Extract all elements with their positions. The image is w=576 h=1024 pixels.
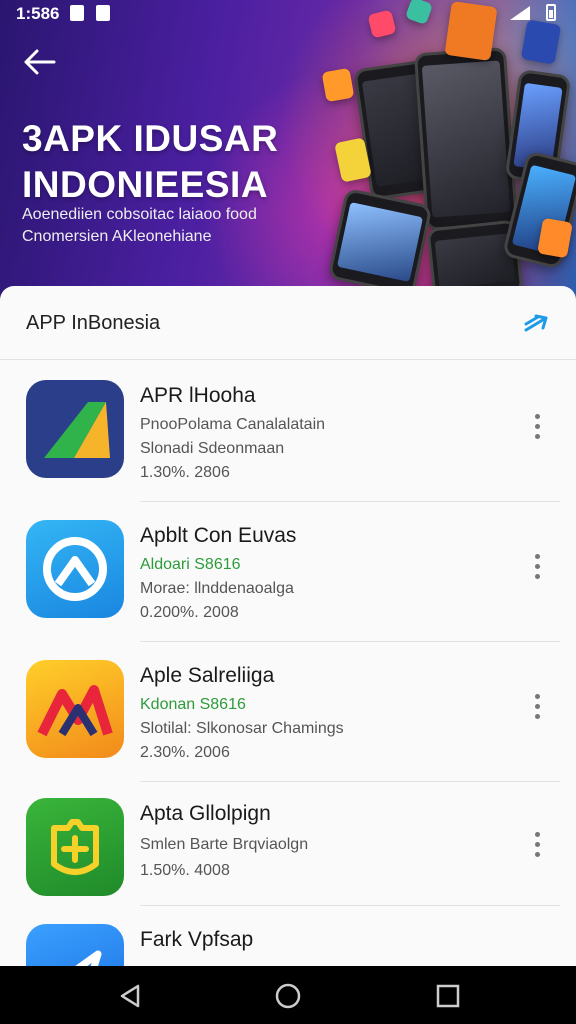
circle-a-app-icon[interactable] (26, 520, 124, 618)
app-list-item[interactable]: Apta Gllolpign Smlen Barte Brqviaolgn 1.… (0, 780, 576, 906)
app-info-line: Slonadi Sdeonmaan (140, 440, 285, 457)
app-name: Apta Gllolpign (140, 802, 271, 825)
app-list-item[interactable]: Apblt Con Euvas Aldoari S8616 Morae: lln… (0, 502, 576, 642)
system-navigation-bar (0, 966, 576, 1024)
triangle-app-icon[interactable] (26, 380, 124, 478)
home-circle-icon[interactable] (274, 982, 302, 1010)
hero-title-line2: INDONIEESIA (22, 164, 269, 205)
hero-banner: 1:586 3APK IDUSAR INDONIEESIA Aoenediien… (0, 0, 576, 300)
hero-title-line1: 3APK IDUSAR (22, 118, 279, 159)
app-info-line: PnooPolama Canalalatain (140, 416, 326, 433)
app-stats-line: 1.30%. 2806 (140, 464, 230, 481)
more-vert-icon[interactable] (528, 828, 548, 864)
more-vert-icon[interactable] (528, 690, 548, 726)
arrow-app-icon[interactable] (26, 924, 124, 966)
app-list-card: APP InBonesia APR lHooha PnooPolama Cana… (0, 286, 576, 966)
app-list-item[interactable]: Fark Vpfsap (0, 906, 576, 966)
app-name: APR lHooha (140, 384, 256, 407)
app-name: Aple Salreliiga (140, 664, 275, 687)
notification-icon (96, 5, 110, 21)
more-vert-icon[interactable] (528, 954, 548, 966)
battery-icon (546, 4, 556, 21)
status-bar: 1:586 (0, 0, 576, 28)
hero-subtitle-line2: Cnomersien AKleonehiane (22, 228, 212, 245)
app-info-line: Slotilal: Slkonosar Chamings (140, 720, 344, 737)
app-stats-line: 0.200%. 2008 (140, 604, 239, 621)
back-arrow-icon[interactable] (20, 44, 60, 80)
app-stats-line: 1.50%. 4008 (140, 862, 230, 879)
notification-icon (70, 5, 84, 21)
m-letter-app-icon[interactable] (26, 660, 124, 758)
hero-title: 3APK IDUSAR INDONIEESIA (22, 116, 278, 208)
double-arrow-icon[interactable] (522, 310, 552, 336)
app-name: Fark Vpfsap (140, 928, 254, 951)
app-stats-line: 2.30%. 2006 (140, 744, 230, 761)
app-name: Apblt Con Euvas (140, 524, 297, 547)
more-vert-icon[interactable] (528, 550, 548, 586)
app-list-item[interactable]: APR lHooha PnooPolama Canalalatain Slona… (0, 362, 576, 502)
hero-subtitle: Aoenediien cobsoitac laiaoo food Cnomers… (22, 204, 257, 248)
recents-square-icon[interactable] (434, 982, 462, 1010)
back-triangle-icon[interactable] (116, 982, 144, 1010)
app-info-line: Morae: llnddenaoalga (140, 580, 294, 597)
app-info-line: Smlen Barte Brqviaolgn (140, 836, 309, 853)
app-list-item[interactable]: Aple Salreliiga Kdonan S8616 Slotilal: S… (0, 642, 576, 782)
section-title: APP InBonesia (26, 312, 161, 334)
app-info-line: Kdonan S8616 (140, 696, 246, 713)
section-header[interactable]: APP InBonesia (0, 286, 576, 360)
more-vert-icon[interactable] (528, 410, 548, 446)
hero-subtitle-line1: Aoenediien cobsoitac laiaoo food (22, 206, 257, 223)
shield-plus-app-icon[interactable] (26, 798, 124, 896)
signal-icon (510, 6, 530, 20)
app-info-line: Aldoari S8616 (140, 556, 241, 573)
status-time: 1:586 (16, 4, 60, 23)
